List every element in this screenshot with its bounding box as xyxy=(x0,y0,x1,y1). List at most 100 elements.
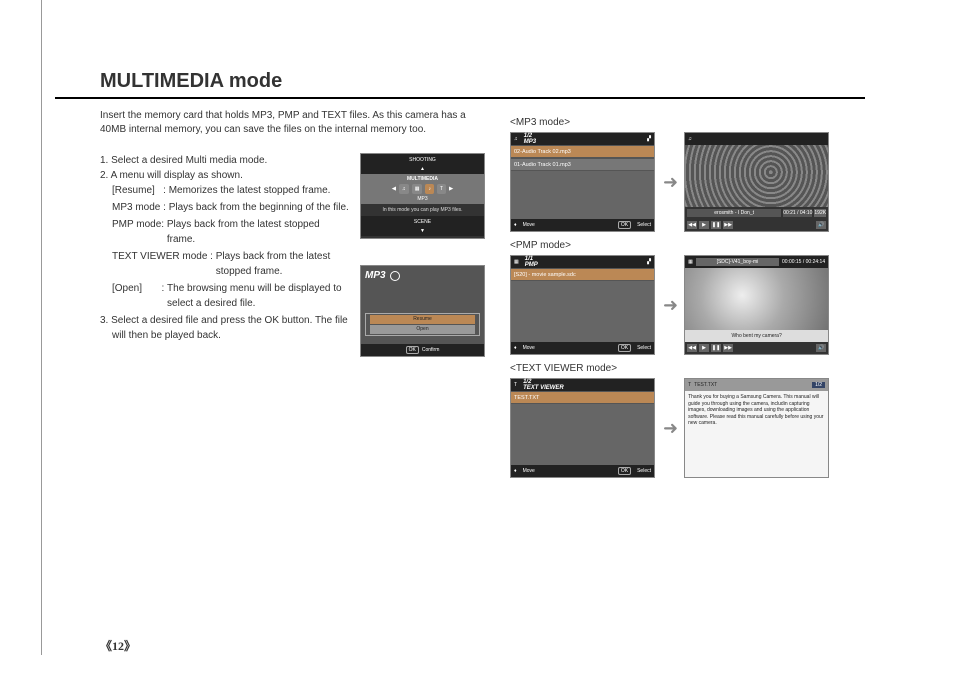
music-icon: ♫ xyxy=(514,136,518,142)
pmp-mode-label: <PMP mode> xyxy=(510,240,885,251)
move-label: Move xyxy=(523,222,535,228)
track-row-selected: 02-Audio Track 02.mp3 xyxy=(511,146,654,157)
mode-icon: T xyxy=(437,184,446,194)
next-icon: ▶▶ xyxy=(723,344,733,352)
caption-text: Who bent my camera? xyxy=(731,333,781,339)
headphone-icon xyxy=(390,271,400,281)
scene-label: SCENE xyxy=(414,219,431,225)
mp3-player-lcd: ♫ erosmith - I Don_t 00:21 / 04:10 192K … xyxy=(684,132,829,232)
text-icon: T xyxy=(688,382,691,388)
up-arrow-icon: ▲ xyxy=(420,166,425,172)
ok-key-icon: OK xyxy=(406,346,419,354)
play-icon: ▶ xyxy=(699,221,709,229)
time-display: 00:00:15 / 00:24:14 xyxy=(782,259,825,265)
music-icon: ♫ xyxy=(688,136,692,142)
text-icon: T xyxy=(514,382,517,388)
intro-text: Insert the memory card that holds MP3, P… xyxy=(100,109,490,137)
left-column: Insert the memory card that holds MP3, P… xyxy=(100,109,490,484)
def-text: The browsing menu will be displayed to s… xyxy=(167,281,350,311)
select-label: Select xyxy=(637,345,651,351)
right-arrow-icon: ▶ xyxy=(449,186,453,192)
page-margin-line xyxy=(41,0,42,655)
move-label: Move xyxy=(523,345,535,351)
mp3-browser-lcd: ♫ 1/2MP3 ▞ 02-Audio Track 02.mp3 01-Audi… xyxy=(510,132,655,232)
def-label: [Resume] : xyxy=(112,183,169,198)
text-viewer-lcd: T TEST.TXT 1/2 Thank you for buying a Sa… xyxy=(684,378,829,478)
resume-option: Resume xyxy=(370,315,475,324)
mode-icon: ♫ xyxy=(399,184,409,194)
time-display: 00:21 / 04:10 xyxy=(783,209,812,217)
pmp-browser-lcd: ▦ 1/1PMP ▞ [S20] - movie sample.sdc ♦ Mo… xyxy=(510,255,655,355)
bitrate: 192K xyxy=(814,209,826,217)
track-row: 01-Audio Track 01.mp3 xyxy=(511,159,654,170)
mode-title: TEXT VIEWER xyxy=(523,385,564,391)
hint-text: In this mode you can play MP3 files. xyxy=(361,204,484,216)
file-row-selected: [S20] - movie sample.sdc xyxy=(511,269,654,280)
step-3: 3. Select a desired file and press the O… xyxy=(100,313,350,343)
mode-icon: ▦ xyxy=(412,184,423,194)
mode-icon-selected: ♪ xyxy=(425,184,434,194)
def-text: Plays back from the latest stopped frame… xyxy=(167,217,350,247)
file-title: TEST.TXT xyxy=(694,382,717,388)
film-icon: ▞ xyxy=(647,136,651,142)
volume-icon: 🔊 xyxy=(816,344,826,352)
down-arrow-icon: ▼ xyxy=(420,228,425,234)
ok-key-icon: OK xyxy=(618,221,631,229)
video-icon: ▦ xyxy=(688,259,693,265)
manual-page: MULTIMEDIA mode Insert the memory card t… xyxy=(55,20,905,620)
updown-icon: ♦ xyxy=(514,345,517,351)
def-text: Memorizes the latest stopped frame. xyxy=(169,183,350,198)
pause-icon: ❚❚ xyxy=(711,221,721,229)
arrow-icon: ➜ xyxy=(663,418,676,439)
arrow-icon: ➜ xyxy=(663,172,676,193)
ok-key-icon: OK xyxy=(618,467,631,475)
def-label: MP3 mode : xyxy=(112,200,169,215)
play-icon: ▶ xyxy=(699,344,709,352)
def-label: PMP mode: xyxy=(112,217,167,247)
confirm-label: Confirm xyxy=(422,347,440,353)
left-arrow-icon: ◀ xyxy=(392,186,396,192)
step-1: 1. Select a desired Multi media mode. xyxy=(100,153,350,168)
def-label: [Open] : xyxy=(112,281,167,311)
text-browser-lcd: T 1/2TEXT VIEWER TEST.TXT ♦ Move OK Sele… xyxy=(510,378,655,478)
open-option: Open xyxy=(370,325,475,334)
select-label: Select xyxy=(637,468,651,474)
ok-key-icon: OK xyxy=(618,344,631,352)
menu-lcd: SHOOTING ▲ MULTIMEDIA ◀ ♫ ▦ ♪ T ▶ xyxy=(360,153,485,239)
multimedia-label: MULTIMEDIA xyxy=(407,176,438,182)
video-icon: ▦ xyxy=(514,259,519,265)
shooting-label: SHOOTING xyxy=(409,157,436,163)
nowplaying-title: erosmith - I Don_t xyxy=(687,209,781,217)
nowplaying-title: [SDC]-V41_boy-mi xyxy=(696,258,779,266)
next-icon: ▶▶ xyxy=(723,221,733,229)
pause-icon: ❚❚ xyxy=(711,344,721,352)
file-row-selected: TEST.TXT xyxy=(511,392,654,403)
mp3-logo: MP3 xyxy=(365,270,386,281)
mp3-label: MP3 xyxy=(417,196,427,202)
select-label: Select xyxy=(637,222,651,228)
arrow-icon: ➜ xyxy=(663,295,676,316)
mp3-mode-label: <MP3 mode> xyxy=(510,117,885,128)
def-text: Plays back from the latest stopped frame… xyxy=(216,249,350,279)
updown-icon: ♦ xyxy=(514,468,517,474)
text-body: Thank you for buying a Samsung Camera. T… xyxy=(685,391,828,477)
mode-title: PMP xyxy=(525,262,538,268)
film-icon: ▞ xyxy=(647,259,651,265)
updown-icon: ♦ xyxy=(514,222,517,228)
steps-list: 1. Select a desired Multi media mode. 2.… xyxy=(100,153,350,357)
prev-icon: ◀◀ xyxy=(687,221,697,229)
right-column: <MP3 mode> ♫ 1/2MP3 ▞ 02-Audio Track 02.… xyxy=(510,109,885,484)
def-text: Plays back from the beginning of the fil… xyxy=(169,200,350,215)
mode-title: MP3 xyxy=(524,139,536,145)
popup-lcd: MP3 Resume Open OK Confirm xyxy=(360,265,485,357)
page-number: 《12》 xyxy=(100,637,136,654)
prev-icon: ◀◀ xyxy=(687,344,697,352)
step-2: 2. A menu will display as shown. xyxy=(100,168,350,183)
volume-icon: 🔊 xyxy=(816,221,826,229)
page-title: MULTIMEDIA mode xyxy=(55,20,865,99)
move-label: Move xyxy=(523,468,535,474)
pmp-player-lcd: ▦ [SDC]-V41_boy-mi 00:00:15 / 00:24:14 W… xyxy=(684,255,829,355)
text-mode-label: <TEXT VIEWER mode> xyxy=(510,363,885,374)
page-indicator: 1/2 xyxy=(812,382,825,388)
def-label: TEXT VIEWER mode : xyxy=(112,249,216,279)
